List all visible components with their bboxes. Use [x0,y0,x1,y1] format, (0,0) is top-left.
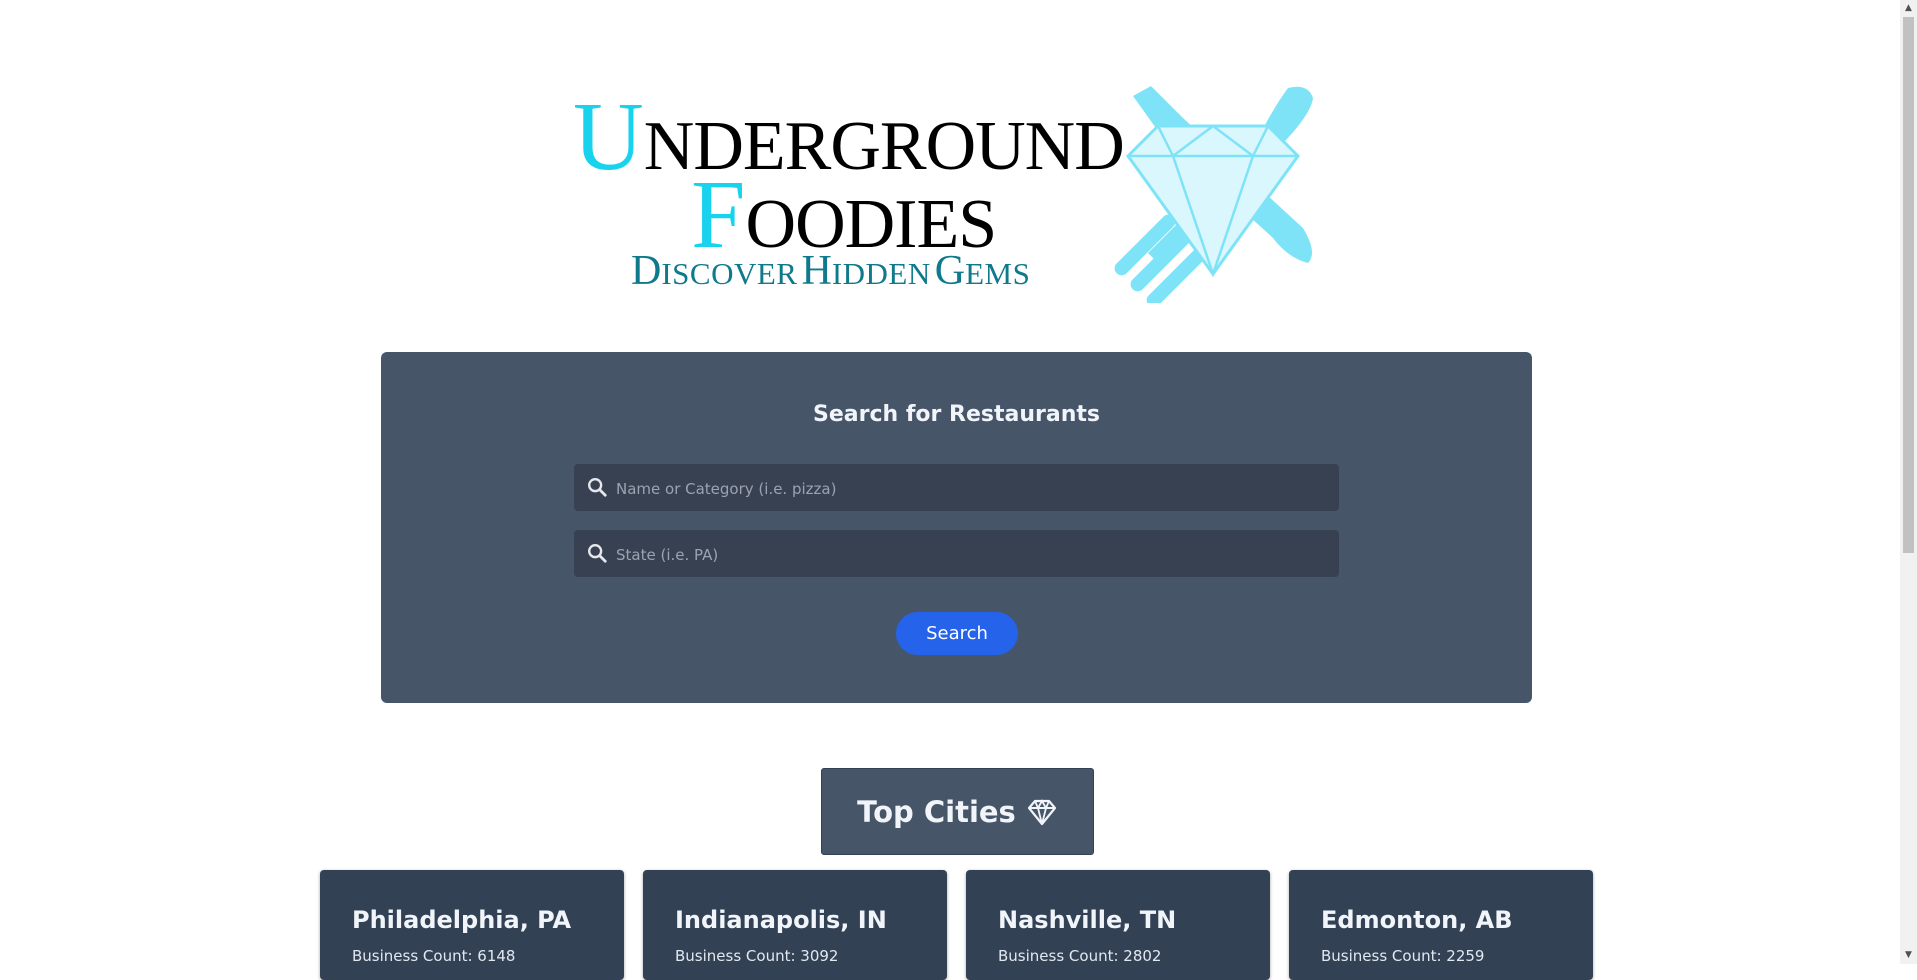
search-icon [588,478,607,497]
city-name: Philadelphia, PA [352,906,572,934]
logo-initial-u: U [573,83,644,191]
logo-tagline: DISCOVER HIDDEN GEMS [631,250,1030,292]
tagline-part: D [631,248,662,294]
search-button[interactable]: Search [896,612,1018,655]
scroll-down-arrow-icon[interactable]: ▼ [1900,947,1917,964]
search-panel: Search for Restaurants Search [381,352,1532,703]
business-count: Business Count: 6148 [352,947,516,965]
name-or-category-input[interactable] [614,464,1328,513]
tagline-part: IDDEN [831,256,931,291]
scrollbar-thumb[interactable] [1903,17,1914,553]
business-count: Business Count: 2259 [1321,947,1485,965]
search-title: Search for Restaurants [813,402,1100,427]
tagline-part: ISCOVER [661,256,798,291]
page-scrollbar[interactable]: ▲ ▼ [1900,0,1917,964]
name-or-category-field[interactable] [574,464,1339,513]
site-logo: UNDERGROUND FOODIES DISCOVER HIDDEN GEMS [573,78,1323,308]
city-name: Edmonton, AB [1321,906,1513,934]
search-icon [588,544,607,563]
tagline-part: H [801,248,832,294]
tagline-part: G [934,248,966,294]
city-name: Nashville, TN [998,906,1177,934]
business-count: Business Count: 3092 [675,947,839,965]
state-input[interactable] [614,530,1328,579]
top-cities-title: Top Cities [857,794,1016,829]
state-field[interactable] [574,530,1339,579]
scroll-up-arrow-icon[interactable]: ▲ [1900,0,1917,17]
diamond-with-utensils-icon [1114,86,1313,303]
city-name: Indianapolis, IN [675,906,887,934]
tagline-part: EMS [965,256,1031,291]
business-count: Business Count: 2802 [998,947,1162,965]
gem-icon [1027,798,1056,825]
top-cities-heading: Top Cities [821,768,1094,855]
